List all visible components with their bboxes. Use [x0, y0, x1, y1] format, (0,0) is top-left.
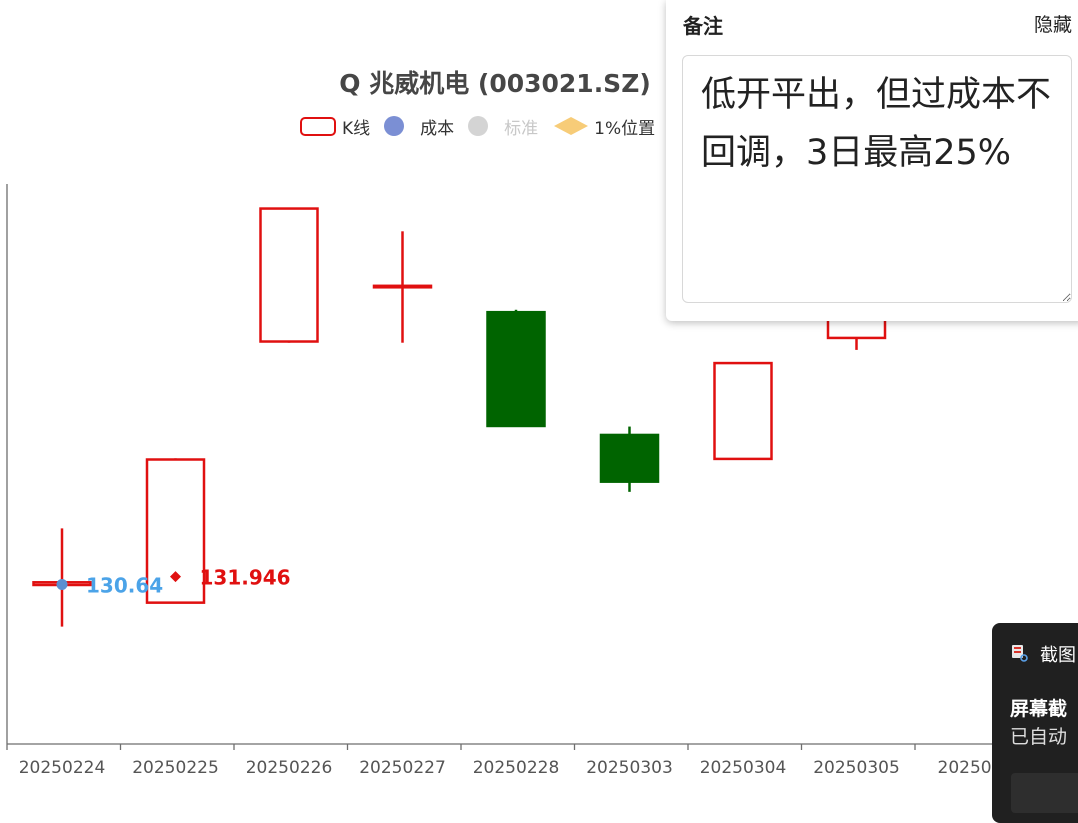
candle-body [713, 361, 773, 461]
notification-body-line2: 已自动 [1010, 726, 1068, 748]
x-tick-label: 20250304 [700, 758, 787, 778]
note-panel: 备注 隐藏 低开平出，但过成本不回调，3日最高25% [666, 0, 1078, 321]
note-textarea[interactable]: 低开平出，但过成本不回调，3日最高25% [682, 55, 1072, 303]
note-hide-button[interactable]: 隐藏 [1034, 10, 1072, 37]
legend-item-cost[interactable]: 成本 [384, 114, 454, 139]
legend-position-swatch [554, 117, 589, 135]
x-tick-label: 20250228 [473, 758, 560, 778]
x-tick-label: 20250227 [359, 758, 446, 778]
legend-cost-swatch [384, 116, 405, 136]
notification-title: 截图 [1040, 645, 1076, 666]
cost-label: 130.64 [86, 573, 163, 597]
cost-point [56, 578, 68, 590]
legend-standard-swatch [468, 116, 489, 136]
x-tick-label: 20250303 [586, 758, 673, 778]
notification-body-line1: 屏幕截 [1010, 698, 1068, 720]
x-tick-label: 20250305 [813, 758, 900, 778]
legend-item-position[interactable]: 1%位置 [552, 114, 655, 139]
candle-body [486, 310, 546, 428]
chart-legend: K线 成本 标准 1%位置 [300, 112, 669, 140]
snipping-tool-icon [1012, 645, 1028, 662]
position-marker-label: 131.946 [200, 566, 291, 590]
candle-body [372, 284, 433, 289]
legend-cost-label: 成本 [420, 118, 455, 139]
x-tick-label: 20250225 [132, 758, 219, 778]
legend-standard-label: 标准 [504, 118, 539, 139]
candle-body [599, 433, 660, 483]
chart-title: Q 兆威机电 (003021.SZ) [339, 69, 651, 98]
legend-kline-swatch [300, 116, 336, 136]
notification-action-button[interactable] [1011, 773, 1078, 813]
note-title: 备注 [683, 14, 723, 38]
x-tick-label: 20250224 [19, 758, 106, 778]
legend-position-label: 1%位置 [594, 118, 656, 139]
legend-item-standard[interactable]: 标准 [468, 114, 538, 139]
legend-kline-label: K线 [342, 118, 371, 139]
candle-body [259, 207, 319, 343]
x-tick-label: 20250226 [246, 758, 333, 778]
legend-item-kline[interactable]: K线 [300, 114, 370, 139]
screenshot-notification[interactable]: 截图 屏幕截 已自动 [992, 623, 1078, 823]
